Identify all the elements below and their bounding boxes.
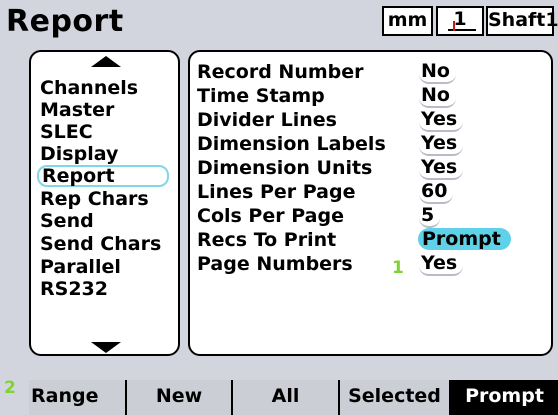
menu-item-display[interactable]: Display <box>40 143 118 165</box>
softkey-bar: Range New All Selected Prompt <box>29 380 558 415</box>
report-settings-panel: Record Number No Time Stamp No Divider L… <box>188 50 553 356</box>
callout-number: 2 <box>4 378 16 398</box>
menu-item-send-chars[interactable]: Send Chars <box>40 233 161 255</box>
setting-value[interactable]: No <box>419 84 456 108</box>
setting-label: Lines Per Page <box>197 181 356 203</box>
menu-item-slec[interactable]: SLEC <box>40 121 93 143</box>
setting-label: Divider Lines <box>197 109 337 131</box>
softkey-range[interactable]: Range <box>29 380 125 415</box>
setting-value[interactable]: No <box>419 60 456 84</box>
menu-item-rs232[interactable]: RS232 <box>40 278 108 300</box>
scroll-down-arrow-icon[interactable] <box>91 342 121 353</box>
setting-label: Record Number <box>197 61 364 83</box>
setting-row-dimension-units[interactable]: Dimension Units Yes <box>197 156 547 180</box>
setting-row-dimension-labels[interactable]: Dimension Labels Yes <box>197 132 547 156</box>
callout-number: 1 <box>392 258 404 278</box>
menu-item-master[interactable]: Master <box>40 99 114 121</box>
menu-item-report[interactable]: Report <box>37 165 169 187</box>
setting-label: Dimension Units <box>197 157 373 179</box>
setting-value[interactable]: 5 <box>419 204 441 228</box>
part-number-indicator[interactable]: 1 <box>436 6 484 36</box>
setting-row-lines-per-page[interactable]: Lines Per Page 60 <box>197 180 547 204</box>
menu-item-parallel[interactable]: Parallel <box>40 256 121 278</box>
softkey-new[interactable]: New <box>125 380 231 415</box>
settings-menu: Channels Master SLEC Display Report Rep … <box>29 50 180 356</box>
report-screen: Report mm 1 Shaft1 Channels Master SLEC … <box>0 0 558 415</box>
softkey-prompt[interactable]: Prompt <box>449 380 558 415</box>
setting-label: Dimension Labels <box>197 133 386 155</box>
part-name-indicator[interactable]: Shaft1 <box>486 6 558 36</box>
setting-row-cols-per-page[interactable]: Cols Per Page 5 <box>197 204 547 228</box>
setting-label: Cols Per Page <box>197 205 344 227</box>
setting-row-record-number[interactable]: Record Number No <box>197 60 547 84</box>
menu-item-rep-chars[interactable]: Rep Chars <box>40 188 149 210</box>
part-marker-icon <box>453 21 455 31</box>
setting-row-divider-lines[interactable]: Divider Lines Yes <box>197 108 547 132</box>
setting-row-time-stamp[interactable]: Time Stamp No <box>197 84 547 108</box>
scroll-up-arrow-icon[interactable] <box>91 56 121 67</box>
setting-label: Time Stamp <box>197 85 325 107</box>
setting-value[interactable]: Yes <box>419 108 464 132</box>
setting-value[interactable]: Yes <box>419 132 464 156</box>
setting-value[interactable]: Yes <box>419 252 464 276</box>
setting-label: Recs To Print <box>197 229 337 251</box>
units-indicator[interactable]: mm <box>382 6 433 36</box>
softkey-all[interactable]: All <box>231 380 338 415</box>
softkey-selected[interactable]: Selected <box>338 380 449 415</box>
setting-row-page-numbers[interactable]: Page Numbers Yes <box>197 252 547 276</box>
setting-value[interactable]: Yes <box>419 156 464 180</box>
setting-row-recs-to-print[interactable]: Recs To Print Prompt <box>197 228 547 252</box>
page-title: Report <box>6 4 124 39</box>
setting-value[interactable]: 60 <box>419 180 454 204</box>
menu-item-send[interactable]: Send <box>40 210 94 232</box>
setting-value-selected[interactable]: Prompt <box>418 228 511 250</box>
setting-label: Page Numbers <box>197 253 353 275</box>
menu-item-channels[interactable]: Channels <box>40 77 138 99</box>
